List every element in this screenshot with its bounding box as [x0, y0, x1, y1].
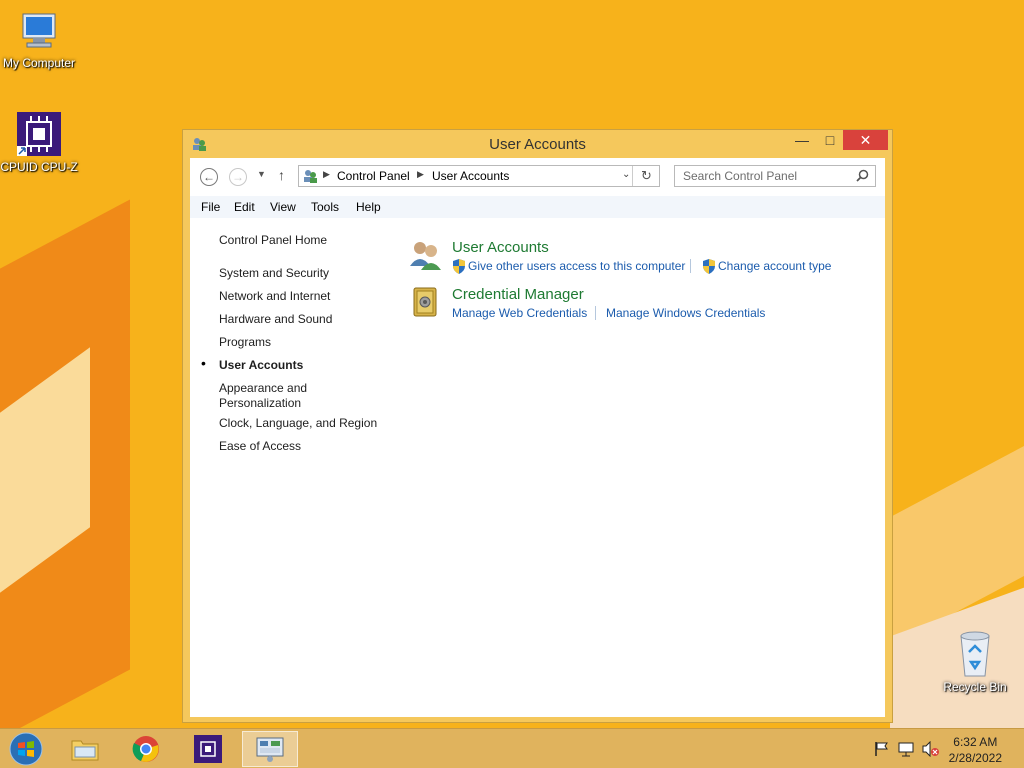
nav-system-and-security[interactable]: System and Security: [219, 266, 329, 280]
window-client: ← → ▼ ↑ ▶ Control Panel ▶ User Accounts …: [190, 158, 885, 717]
breadcrumb-separator-icon: ▶: [323, 169, 330, 179]
start-button[interactable]: [8, 732, 44, 766]
menu-tools[interactable]: Tools: [311, 200, 339, 214]
up-arrow-icon[interactable]: ↑: [278, 167, 285, 183]
nav-user-accounts[interactable]: User Accounts: [219, 358, 303, 372]
folder-icon: [70, 735, 100, 766]
menu-help[interactable]: Help: [356, 200, 381, 214]
category-title-user-accounts[interactable]: User Accounts: [452, 239, 549, 256]
maximize-button[interactable]: □: [816, 130, 844, 150]
user-accounts-icon: [408, 240, 442, 273]
link-change-account-type[interactable]: Change account type: [718, 259, 831, 273]
nav-personalization[interactable]: Personalization: [219, 396, 301, 410]
title-bar[interactable]: User Accounts — □ ✕: [183, 130, 892, 158]
cpuz-icon: [15, 110, 63, 158]
desktop-icon-recycle-bin[interactable]: Recycle Bin: [936, 630, 1014, 694]
taskbar-chrome[interactable]: [118, 731, 174, 767]
menu-edit[interactable]: Edit: [234, 200, 255, 214]
breadcrumb-separator-icon: ▶: [417, 169, 424, 179]
refresh-icon[interactable]: ↻: [641, 168, 652, 184]
nav-control-panel-home[interactable]: Control Panel Home: [219, 233, 327, 247]
taskbar: 6:32 AM 2/28/2022: [0, 728, 1024, 768]
menu-view[interactable]: View: [270, 200, 296, 214]
back-button[interactable]: ←: [200, 168, 218, 186]
uac-shield-icon: [702, 259, 716, 277]
credential-vault-icon: [412, 286, 438, 321]
taskbar-file-explorer[interactable]: [57, 731, 113, 767]
taskbar-cpuz[interactable]: [180, 731, 236, 767]
forward-button[interactable]: →: [229, 168, 247, 186]
taskbar-control-panel[interactable]: [242, 731, 298, 767]
action-center-flag-icon[interactable]: [874, 741, 890, 760]
address-dropdown-icon[interactable]: ⌄: [622, 169, 630, 180]
clock-time: 6:32 AM: [953, 735, 998, 749]
network-icon[interactable]: [898, 741, 914, 760]
link-manage-windows-credentials[interactable]: Manage Windows Credentials: [606, 306, 765, 320]
desktop-icon-cpuz[interactable]: CPUID CPU-Z: [0, 110, 78, 174]
link-manage-web-credentials[interactable]: Manage Web Credentials: [452, 306, 587, 320]
menu-file[interactable]: File: [201, 200, 220, 214]
nav-hardware-and-sound[interactable]: Hardware and Sound: [219, 312, 332, 326]
address-bar[interactable]: ▶ Control Panel ▶ User Accounts ⌄ ↻: [298, 165, 660, 187]
clock-date: 2/28/2022: [948, 751, 1002, 765]
control-panel-icon: [302, 168, 318, 187]
close-button[interactable]: ✕: [843, 130, 888, 150]
recent-pages-chevron-icon[interactable]: ▼: [257, 169, 266, 179]
search-box[interactable]: Search Control Panel: [674, 165, 876, 187]
minimize-button[interactable]: —: [788, 130, 816, 150]
computer-icon: [17, 10, 61, 54]
desktop-icon-label: CPUID CPU-Z: [0, 160, 78, 174]
cpuz-icon: [193, 734, 223, 767]
window-title: User Accounts: [489, 136, 586, 153]
nav-ease-of-access[interactable]: Ease of Access: [219, 439, 301, 453]
breadcrumb-control-panel[interactable]: Control Panel: [337, 169, 410, 183]
breadcrumb-user-accounts[interactable]: User Accounts: [432, 169, 509, 183]
desktop-icon-label: My Computer: [2, 56, 76, 70]
nav-programs[interactable]: Programs: [219, 335, 271, 349]
desktop-icon-label: Recycle Bin: [943, 680, 1007, 694]
divider: [632, 166, 633, 186]
desktop-icon-my-computer[interactable]: My Computer: [0, 10, 78, 70]
nav-network-and-internet[interactable]: Network and Internet: [219, 289, 330, 303]
menu-bar: File Edit View Tools Help: [190, 196, 885, 218]
chrome-icon: [132, 735, 160, 766]
system-clock[interactable]: 6:32 AM 2/28/2022: [949, 734, 1002, 766]
selected-bullet-icon: •: [201, 355, 206, 371]
search-icon[interactable]: [856, 169, 869, 185]
link-separator: [595, 306, 596, 320]
category-title-credential-manager[interactable]: Credential Manager: [452, 286, 584, 303]
nav-appearance[interactable]: Appearance and: [219, 381, 307, 395]
control-panel-icon: [255, 735, 285, 766]
uac-shield-icon: [452, 259, 466, 277]
navigation-bar: ← → ▼ ↑ ▶ Control Panel ▶ User Accounts …: [190, 158, 885, 196]
search-input[interactable]: Search Control Panel: [683, 169, 797, 183]
nav-clock-language-region[interactable]: Clock, Language, and Region: [219, 416, 377, 430]
volume-muted-icon[interactable]: [922, 740, 940, 760]
user-accounts-window: User Accounts — □ ✕ ← → ▼ ↑ ▶ Control Pa…: [182, 129, 893, 723]
link-separator: [690, 259, 691, 273]
link-give-other-users-access[interactable]: Give other users access to this computer: [468, 259, 685, 273]
recycle-bin-icon: [955, 630, 995, 678]
